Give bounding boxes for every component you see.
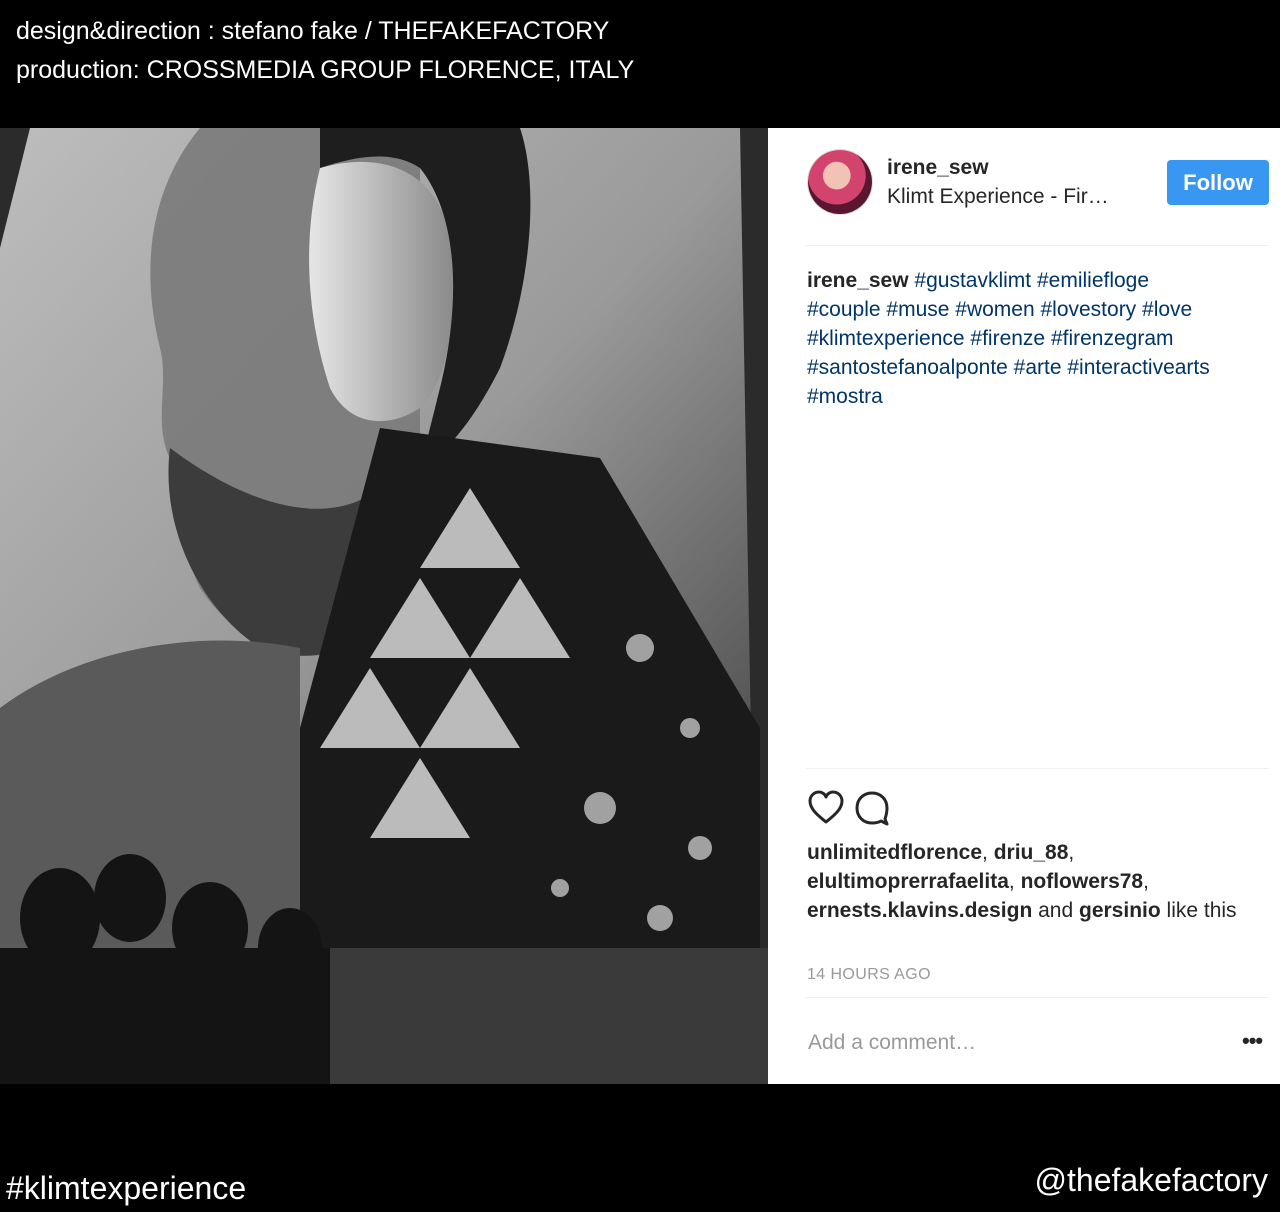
liker-4[interactable]: noflowers78 — [1021, 870, 1144, 893]
liker-3[interactable]: elultimoprerrafaelita — [807, 870, 1009, 893]
caption-hashtags-2[interactable]: #couple #muse #women #lovestory #love — [807, 298, 1192, 321]
caption-hashtags-4[interactable]: #santostefanoalponte #arte #interactivea… — [807, 356, 1210, 379]
divider-header — [806, 245, 1269, 246]
comment-icon[interactable] — [852, 788, 892, 828]
more-options-icon[interactable]: ••• — [1242, 1028, 1270, 1053]
caption-hashtags-3[interactable]: #klimtexperience #firenze #firenzegram — [807, 327, 1174, 350]
post-photo-illustration — [0, 128, 768, 1084]
footer-hashtag: #klimtexperience — [6, 1170, 247, 1206]
likes-and: and — [1032, 899, 1079, 922]
credits-production: production: CROSSMEDIA GROUP FLORENCE, I… — [16, 56, 635, 84]
liker-6[interactable]: gersinio — [1079, 899, 1161, 922]
likes-text: unlimitedflorence, driu_88, elultimoprer… — [807, 841, 1237, 922]
liker-1[interactable]: unlimitedflorence — [807, 841, 982, 864]
credits-design: design&direction : stefano fake / THEFAK… — [16, 17, 610, 45]
credits: design&direction : stefano fake / THEFAK… — [16, 12, 634, 90]
footer-handle: @thefakefactory — [1034, 1162, 1268, 1198]
post-photo[interactable] — [0, 128, 768, 1084]
post-caption: irene_sew #gustavklimt #emiliefloge #cou… — [807, 266, 1269, 411]
liker-5[interactable]: ernests.klavins.design — [807, 899, 1032, 922]
likes-suffix: like this — [1160, 899, 1237, 922]
liker-2[interactable]: driu_88 — [994, 841, 1069, 864]
post-location[interactable]: Klimt Experience - Fir… — [887, 185, 1109, 209]
caption-hashtags-1[interactable]: #gustavklimt #emiliefloge — [914, 269, 1149, 292]
divider-actions — [806, 768, 1269, 769]
comment-input[interactable] — [806, 1026, 1210, 1060]
heart-icon[interactable] — [806, 788, 846, 828]
post-side-panel: irene_sew Klimt Experience - Fir… Follow… — [768, 128, 1280, 1084]
caption-username[interactable]: irene_sew — [807, 269, 909, 292]
follow-button[interactable]: Follow — [1167, 160, 1269, 205]
divider-comment — [806, 997, 1269, 998]
avatar[interactable] — [808, 150, 872, 214]
caption-hashtags-5[interactable]: #mostra — [807, 385, 883, 408]
post-username[interactable]: irene_sew — [887, 156, 989, 180]
post-timestamp[interactable]: 14 HOURS AGO — [807, 966, 931, 984]
